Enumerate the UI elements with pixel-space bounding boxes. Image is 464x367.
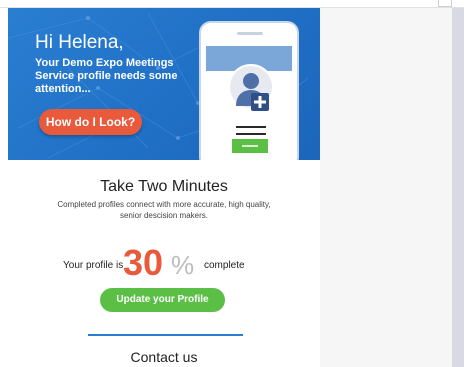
progress-suffix: complete bbox=[204, 260, 245, 271]
email-body: Hi Helena, Your Demo Expo Meetings Servi… bbox=[8, 8, 320, 367]
progress-percent-sign: % bbox=[171, 250, 195, 280]
update-profile-button[interactable]: Update your Profile bbox=[100, 288, 225, 312]
phone-illustration bbox=[199, 21, 299, 160]
section-title: Take Two Minutes bbox=[100, 178, 228, 195]
window-corner-handle bbox=[438, 0, 452, 7]
greeting-heading: Hi Helena, bbox=[35, 32, 124, 53]
phone-text-line bbox=[236, 126, 266, 128]
hero-banner: Hi Helena, Your Demo Expo Meetings Servi… bbox=[8, 8, 320, 160]
vertical-scrollbar[interactable] bbox=[452, 8, 464, 367]
phone-text-line bbox=[236, 133, 266, 135]
top-window-bar bbox=[0, 0, 464, 8]
phone-speaker bbox=[237, 32, 263, 35]
add-plus-icon bbox=[251, 93, 269, 111]
how-do-i-look-button[interactable]: How do I Look? bbox=[39, 109, 142, 135]
contact-heading: Contact us bbox=[130, 349, 198, 365]
section-divider bbox=[88, 334, 243, 336]
attention-message: Your Demo Expo Meetings Service profile … bbox=[35, 57, 178, 95]
right-empty-area bbox=[320, 8, 452, 367]
phone-green-button bbox=[232, 139, 268, 153]
section-subtitle: Completed profiles connect with more acc… bbox=[57, 200, 271, 220]
profile-progress: Your profile is 30 % complete bbox=[8, 240, 320, 283]
left-margin bbox=[0, 8, 8, 367]
progress-value: 30 bbox=[123, 242, 164, 283]
progress-prefix: Your profile is bbox=[63, 260, 124, 271]
